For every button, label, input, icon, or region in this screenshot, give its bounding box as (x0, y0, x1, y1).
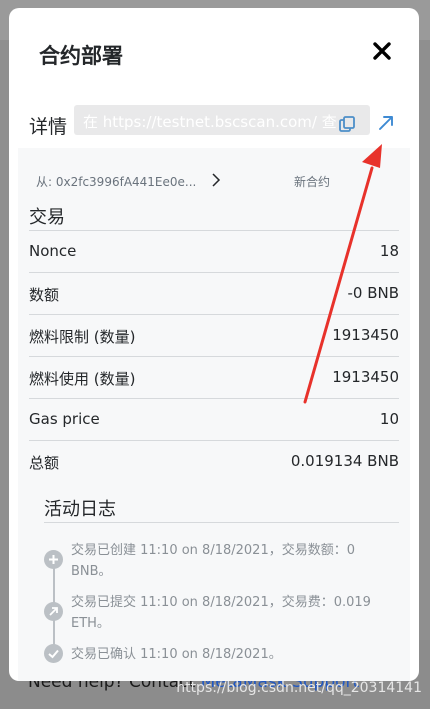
close-button[interactable] (369, 38, 395, 64)
copy-icon (339, 116, 355, 132)
tx-row-label: 数额 (29, 286, 60, 304)
activity-entry-created: 交易已创建 11:10 on 8/18/2021，交易数额：0 BNB。 (71, 543, 355, 579)
tx-row-value: 18 (379, 242, 399, 260)
tx-row-label: 总额 (29, 454, 60, 472)
tx-row-label: Gas price (29, 410, 100, 428)
tx-row-label: Nonce (29, 242, 77, 260)
tx-row-value: 1913450 (332, 368, 399, 386)
tx-row-amount: 数额 -0 BNB (29, 272, 399, 314)
from-address[interactable]: 从: 0x2fc3996fA441Ee0e... (36, 173, 196, 190)
details-label: 详情 (29, 116, 68, 138)
chevron-right-icon (211, 172, 221, 192)
activity-log-divider (44, 522, 399, 523)
tx-row-value: -0 BNB (347, 284, 399, 302)
tx-row-nonce: Nonce 18 (29, 230, 399, 272)
check-icon (44, 644, 63, 663)
plus-icon (44, 550, 63, 569)
close-icon (373, 42, 391, 60)
activity-log-title: 活动日志 (44, 499, 116, 520)
copy-button[interactable] (336, 114, 358, 136)
view-on-explorer-button[interactable] (372, 109, 400, 137)
external-link-icon (379, 116, 393, 130)
to-new-contract: 新合约 (294, 175, 331, 189)
tx-row-value: 10 (379, 410, 399, 428)
tx-row-value: 1913450 (332, 326, 399, 344)
activity-entry-submitted: 交易已提交 11:10 on 8/18/2021，交易费：0.019 ETH。 (71, 595, 371, 631)
tx-row-label: 燃料限制 (数量) (29, 328, 136, 346)
arrow-up-right-icon (44, 602, 63, 621)
watermark: https://blog.csdn.net/qq_20314141 (176, 680, 422, 696)
tx-row-total: 总额 0.019134 BNB (29, 440, 399, 482)
tx-row-gas-used: 燃料使用 (数量) 1913450 (29, 356, 399, 398)
modal-title: 合约部署 (39, 44, 123, 68)
tx-row-gas-limit: 燃料限制 (数量) 1913450 (29, 314, 399, 356)
tx-row-gas-price: Gas price 10 (29, 398, 399, 440)
explorer-url-text: 在 https://testnet.bscscan.com/ 查 (83, 113, 337, 131)
transaction-section-title: 交易 (29, 207, 65, 228)
explorer-url-tooltip: 在 https://testnet.bscscan.com/ 查 (74, 105, 370, 135)
activity-entry-confirmed: 交易已确认 11:10 on 8/18/2021。 (71, 647, 282, 662)
contract-deployment-modal: 合约部署 详情 在 https://testnet.bscscan.com/ 查… (9, 8, 419, 681)
tx-row-label: 燃料使用 (数量) (29, 370, 136, 388)
tx-row-value: 0.019134 BNB (290, 452, 399, 470)
